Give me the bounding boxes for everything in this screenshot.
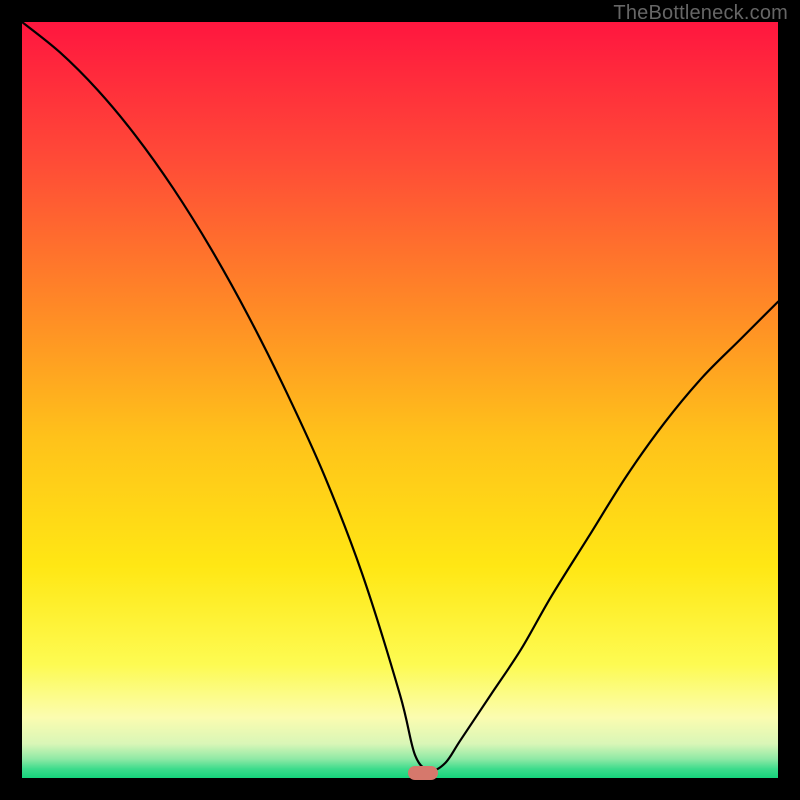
plot-svg xyxy=(22,22,778,778)
bottleneck-marker xyxy=(408,766,438,780)
chart-frame: TheBottleneck.com xyxy=(0,0,800,800)
plot-area xyxy=(22,22,778,778)
watermark-label: TheBottleneck.com xyxy=(613,2,788,25)
